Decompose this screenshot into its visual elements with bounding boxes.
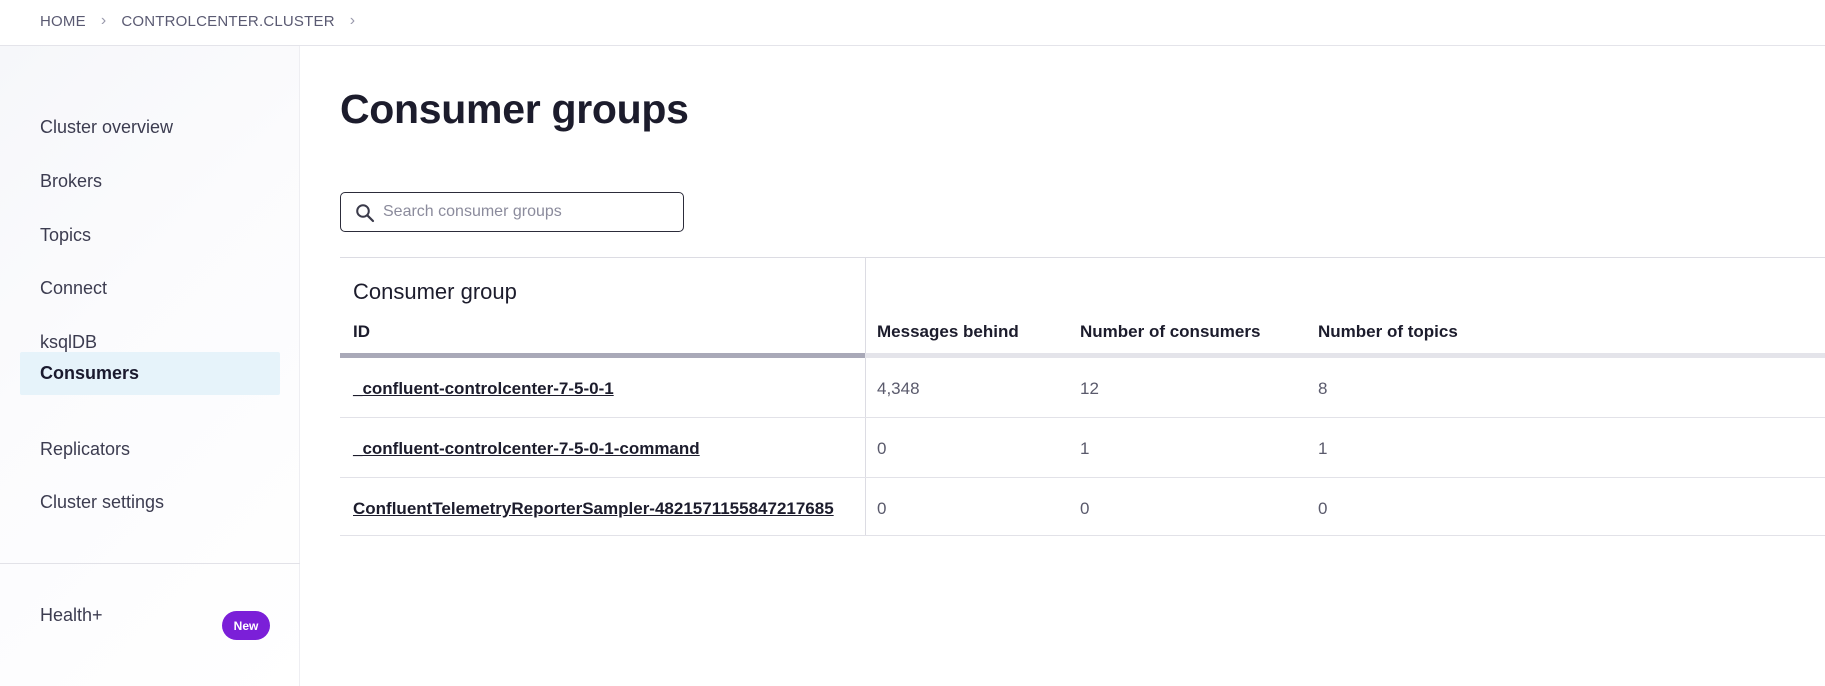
consumer-group-link[interactable]: ConfluentTelemetryReporterSampler-482157… xyxy=(353,499,834,519)
row-divider xyxy=(340,535,1825,536)
breadcrumb: HOME › CONTROLCENTER.CLUSTER › xyxy=(40,12,370,30)
consumer-group-link[interactable]: _confluent-controlcenter-7-5-0-1 xyxy=(353,379,614,399)
messages-behind-cell: 0 xyxy=(877,439,887,458)
sidebar-divider xyxy=(0,563,300,564)
messages-behind-cell: 0 xyxy=(877,499,887,518)
sidebar-item-health-plus[interactable]: Health+ xyxy=(40,605,103,626)
header-underline xyxy=(865,353,1825,358)
chevron-right-icon: › xyxy=(100,12,107,29)
column-header-number-of-topics[interactable]: Number of topics xyxy=(1318,322,1458,342)
search-input[interactable] xyxy=(383,199,673,225)
messages-behind-cell: 4,348 xyxy=(877,379,920,398)
sidebar-item-topics[interactable]: Topics xyxy=(20,214,280,257)
breadcrumb-home[interactable]: HOME xyxy=(40,13,86,30)
topics-cell: 8 xyxy=(1318,379,1328,398)
table-top-border xyxy=(340,257,1825,258)
chevron-right-icon: › xyxy=(349,12,356,29)
topics-cell: 1 xyxy=(1318,439,1328,458)
page-title: Consumer groups xyxy=(340,86,689,132)
top-bar: HOME › CONTROLCENTER.CLUSTER › xyxy=(0,0,1825,46)
sidebar-item-cluster-overview[interactable]: Cluster overview xyxy=(20,106,280,149)
row-divider xyxy=(340,477,1825,478)
column-header-id[interactable]: ID xyxy=(353,322,370,342)
sidebar-item-replicators[interactable]: Replicators xyxy=(20,428,280,471)
search-box[interactable] xyxy=(340,192,684,232)
sidebar: Cluster overview Brokers Topics Connect … xyxy=(0,46,300,686)
search-icon xyxy=(356,204,375,223)
consumers-cell: 0 xyxy=(1080,499,1090,518)
breadcrumb-cluster[interactable]: CONTROLCENTER.CLUSTER xyxy=(121,13,334,30)
column-header-number-of-consumers[interactable]: Number of consumers xyxy=(1080,322,1260,342)
column-group-header: Consumer group xyxy=(353,279,517,304)
row-divider xyxy=(340,417,1825,418)
consumer-group-link[interactable]: _confluent-controlcenter-7-5-0-1-command xyxy=(353,439,700,459)
sidebar-item-cluster-settings[interactable]: Cluster settings xyxy=(20,481,280,524)
topics-cell: 0 xyxy=(1318,499,1328,518)
sidebar-item-consumers[interactable]: Consumers xyxy=(20,352,280,395)
sidebar-item-connect[interactable]: Connect xyxy=(20,267,280,310)
sort-indicator-bar xyxy=(340,353,865,358)
sidebar-item-brokers[interactable]: Brokers xyxy=(20,160,280,203)
consumers-cell: 1 xyxy=(1080,439,1090,458)
new-badge: New xyxy=(222,611,270,640)
column-header-messages-behind[interactable]: Messages behind xyxy=(877,322,1019,342)
column-divider xyxy=(865,258,866,536)
consumers-cell: 12 xyxy=(1080,379,1099,398)
